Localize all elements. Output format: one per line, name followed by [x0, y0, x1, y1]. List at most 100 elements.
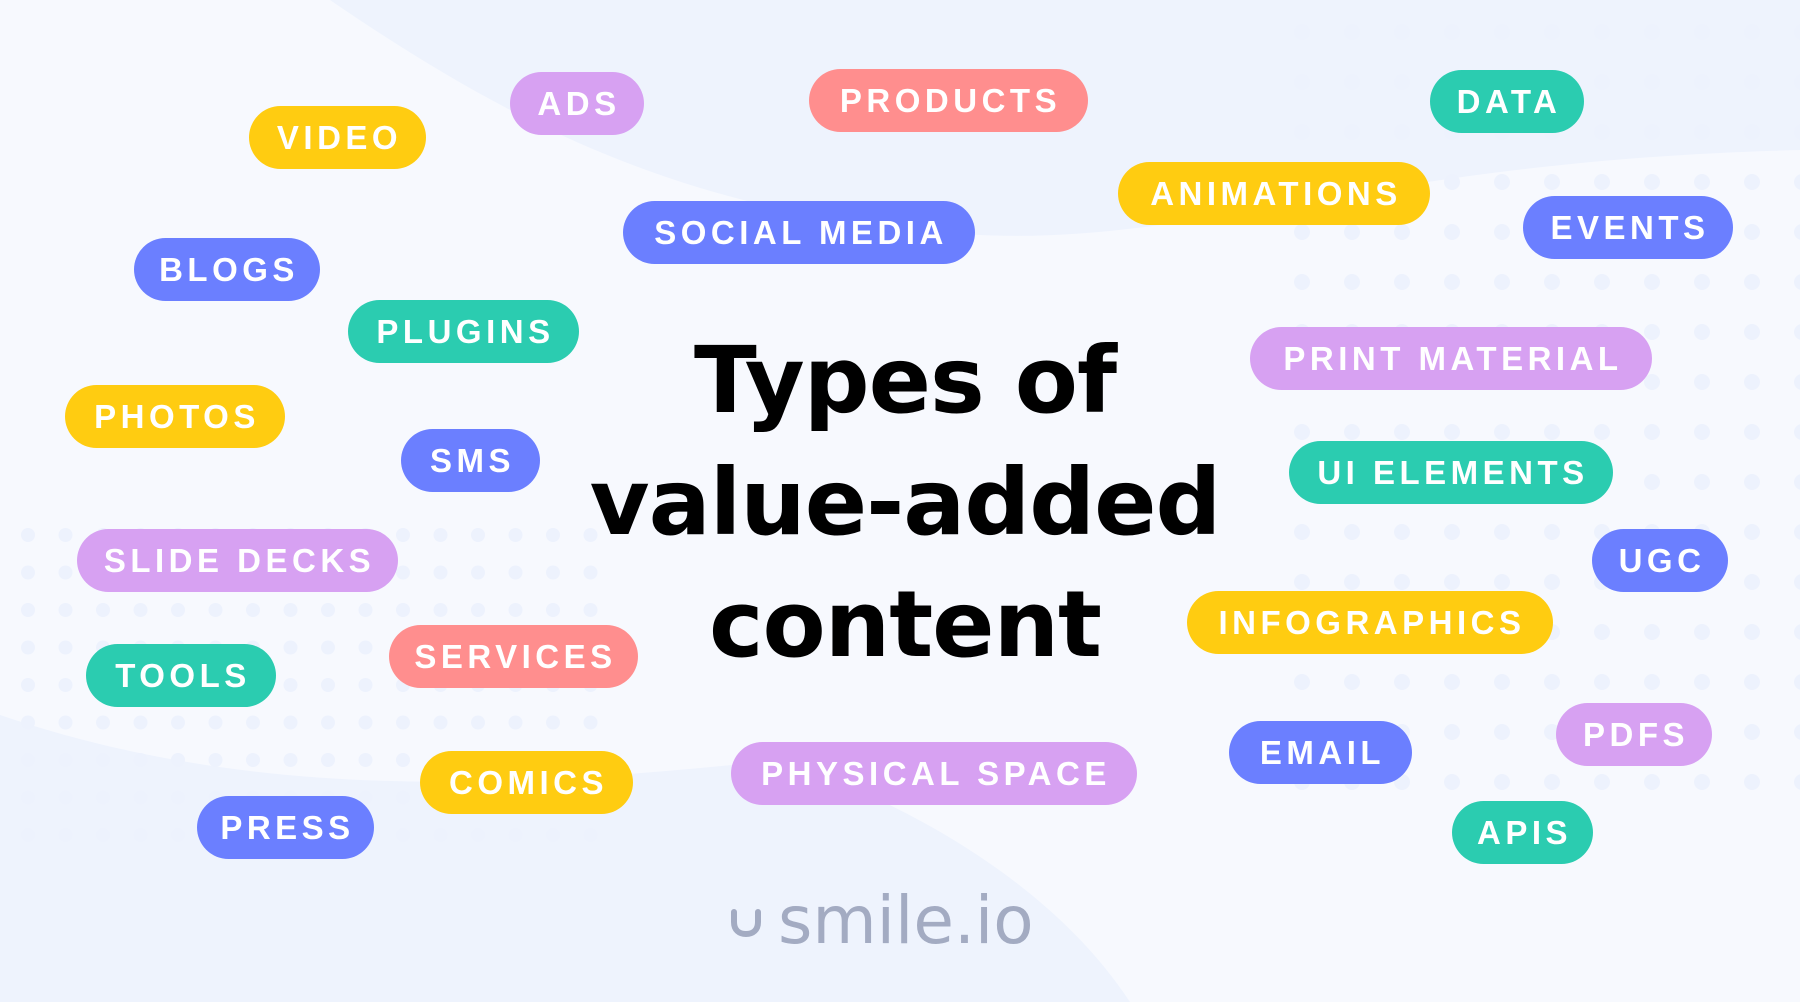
background-dot	[1494, 24, 1510, 40]
tag-video: VIDEO	[249, 106, 426, 169]
background-dot	[1694, 74, 1710, 90]
background-dot	[1444, 24, 1460, 40]
background-dot	[1794, 374, 1800, 390]
background-dot	[1644, 74, 1660, 90]
background-dot	[508, 565, 523, 580]
background-dot	[21, 678, 35, 692]
tag-data: DATA	[1430, 70, 1584, 133]
background-dot	[1794, 174, 1800, 190]
background-dot	[1794, 274, 1800, 290]
background-dot	[321, 603, 335, 617]
background-dot	[1444, 674, 1460, 690]
background-dot	[1394, 274, 1410, 290]
tag-ui-elements: UI ELEMENTS	[1289, 441, 1613, 504]
background-dot	[171, 828, 185, 842]
background-dot	[1644, 124, 1660, 140]
background-dot	[1794, 624, 1800, 640]
background-dot	[1344, 524, 1360, 540]
background-dot	[321, 753, 335, 767]
background-dot	[1644, 474, 1660, 490]
background-dot	[1644, 774, 1660, 790]
background-dot	[58, 565, 73, 580]
background-dot	[1744, 124, 1760, 140]
background-dot	[358, 678, 373, 692]
background-dot	[508, 828, 523, 842]
background-dot	[546, 603, 560, 617]
tag-slide-decks: SLIDE DECKS	[77, 529, 398, 592]
background-dot	[1744, 674, 1760, 690]
logo-text: smile.io	[778, 881, 1034, 959]
background-dot	[1444, 574, 1460, 590]
background-dot	[21, 790, 35, 805]
background-dot	[1344, 574, 1360, 590]
background-dot	[1744, 174, 1760, 190]
background-dot	[1644, 424, 1660, 440]
tag-sms: SMS	[401, 429, 540, 492]
background-dot	[1594, 274, 1610, 290]
background-dot	[1294, 524, 1310, 540]
background-dot	[1694, 374, 1710, 390]
background-dot	[358, 603, 373, 617]
background-dot	[546, 715, 560, 730]
background-dot	[433, 603, 448, 617]
background-dot	[133, 603, 148, 617]
background-dot	[21, 715, 35, 730]
background-dot	[1394, 424, 1410, 440]
tag-events: EVENTS	[1523, 196, 1733, 259]
background-dot	[208, 603, 223, 617]
background-dot	[1394, 124, 1410, 140]
background-dot	[1294, 274, 1310, 290]
tag-ads: ADS	[510, 72, 644, 135]
background-dot	[133, 753, 148, 767]
background-dot	[1794, 424, 1800, 440]
background-dot	[1494, 574, 1510, 590]
background-dot	[96, 828, 110, 842]
background-dot	[21, 753, 35, 767]
tag-plugins: PLUGINS	[348, 300, 579, 363]
background-dot	[1344, 24, 1360, 40]
background-dot	[21, 640, 35, 655]
background-dot	[171, 790, 185, 805]
tag-animations: ANIMATIONS	[1118, 162, 1430, 225]
background-dot	[96, 753, 110, 767]
background-dot	[1794, 724, 1800, 740]
background-dot	[21, 603, 35, 617]
title-line-1: Types of	[693, 327, 1117, 434]
background-dot	[1744, 574, 1760, 590]
background-dot	[396, 790, 410, 805]
background-dot	[1294, 124, 1310, 140]
background-dot	[171, 715, 185, 730]
background-dot	[471, 565, 485, 580]
background-dot	[1794, 224, 1800, 240]
background-dot	[1694, 24, 1710, 40]
background-dot	[396, 715, 410, 730]
background-dot	[1294, 424, 1310, 440]
background-dot	[1494, 224, 1510, 240]
background-dot	[508, 603, 523, 617]
background-dot	[321, 715, 335, 730]
background-dot	[21, 565, 35, 580]
tag-press: PRESS	[197, 796, 374, 859]
background-dot	[283, 640, 298, 655]
tag-blogs: BLOGS	[134, 238, 320, 301]
background-dot	[583, 715, 598, 730]
background-dot	[396, 528, 410, 542]
background-dot	[1794, 474, 1800, 490]
background-dot	[208, 715, 223, 730]
background-dot	[58, 528, 73, 542]
background-dot	[1394, 74, 1410, 90]
background-dot	[1544, 674, 1560, 690]
background-dot	[58, 790, 73, 805]
background-dot	[1744, 224, 1760, 240]
tag-apis: APIS	[1452, 801, 1593, 864]
page-title: Types of value-added content	[560, 320, 1250, 686]
background-dot	[133, 790, 148, 805]
background-dot	[1394, 24, 1410, 40]
background-dot	[1694, 174, 1710, 190]
background-dot	[1444, 424, 1460, 440]
background-dot	[508, 715, 523, 730]
background-dot	[133, 828, 148, 842]
background-dot	[1544, 174, 1560, 190]
background-dot	[1494, 274, 1510, 290]
title-line-2: value-added	[589, 449, 1222, 556]
